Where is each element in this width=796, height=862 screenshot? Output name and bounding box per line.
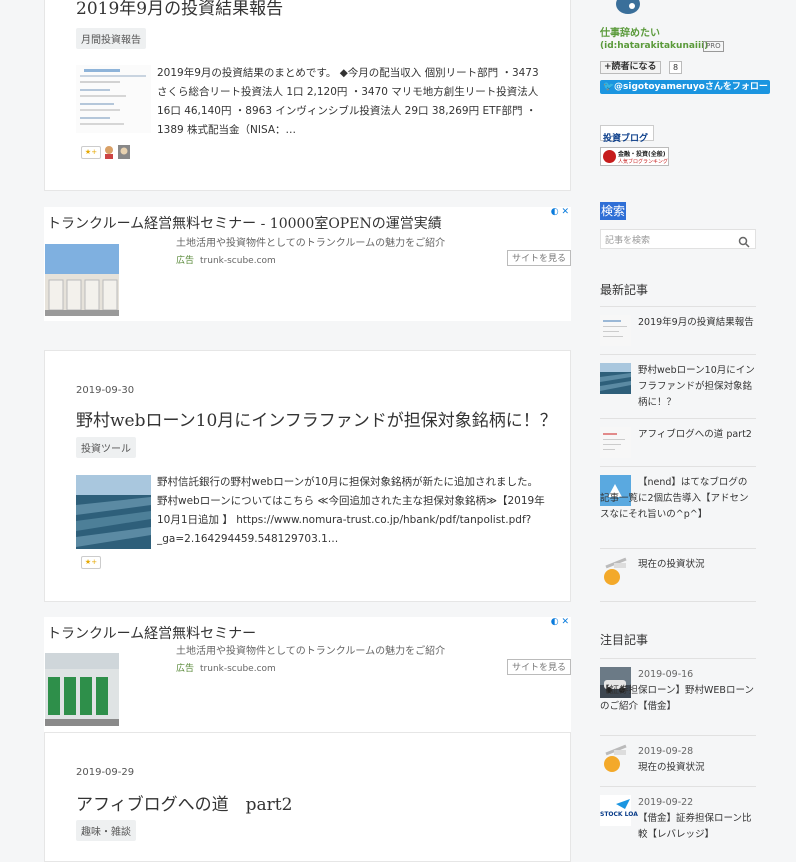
storage-building-icon	[45, 653, 119, 726]
post-date[interactable]: 2019-09-30	[76, 385, 134, 396]
post-title[interactable]: アフィブログへの道 part2	[76, 790, 292, 815]
ad-info-close-icon[interactable]: ◐ ✕	[551, 207, 569, 217]
featured-post-date: 2019-09-28	[638, 746, 694, 757]
ad-url-text: trunk-scube.com	[200, 664, 276, 674]
post-category[interactable]: 月間投資報告	[76, 28, 146, 49]
stock-loan-logo: STOCK LOA	[600, 811, 638, 818]
post-thumbnail[interactable]	[76, 65, 151, 133]
ad-title[interactable]: トランクルーム経営無料セミナー - 10000室OPENの運営実績	[47, 213, 442, 233]
post-category[interactable]: 趣味・雑談	[76, 820, 136, 841]
user-avatar-icon[interactable]	[118, 144, 130, 159]
recent-post-title[interactable]: アフィブログへの道 part2	[638, 427, 756, 443]
recent-post-thumbnail[interactable]	[600, 427, 631, 458]
user-avatar-icon[interactable]	[103, 144, 115, 159]
recent-post-title[interactable]: 現在の投資状況	[638, 557, 756, 573]
featured-post-item[interactable]: STOCK LOA 2019-09-22 【借金】証券担保ローン比較【レバレッジ】	[600, 786, 756, 850]
featured-post-thumbnail[interactable]: STOCK LOA	[600, 795, 638, 826]
post-excerpt: 2019年9月の投資結果のまとめです。 ◆今月の配当収入 個別リート部門 ・34…	[157, 67, 539, 136]
featured-posts-heading: 注目記事	[600, 633, 649, 647]
search-input[interactable]: 記事を検索	[605, 233, 650, 246]
twitter-bird-icon: 🐦	[603, 82, 615, 92]
ad-banner[interactable]: トランクルーム経営無料セミナー - 10000室OPENの運営実績 ◐ ✕ 土地…	[44, 207, 571, 321]
featured-post-text[interactable]: 2019-09-16 【証券担保ローン】野村WEBローンのご紹介【借金】	[600, 667, 756, 715]
star-button[interactable]: ★+	[81, 556, 101, 569]
ad-visit-button[interactable]: サイトを見る	[507, 250, 571, 266]
ad-info-close-icon[interactable]: ◐ ✕	[551, 617, 569, 627]
ad-url[interactable]: 広告 trunk-scube.com	[176, 661, 276, 674]
featured-post-date: 2019-09-16	[638, 669, 694, 680]
recent-post-item[interactable]: 現在の投資状況	[600, 548, 756, 602]
ad-image[interactable]	[45, 244, 119, 316]
profile-avatar-icon[interactable]	[612, 0, 644, 16]
document-thumbnail-icon	[603, 320, 627, 337]
ad-subtitle: 土地活用や投資物件としてのトランクルームの魅力をご紹介	[176, 238, 446, 249]
post-thumbnail[interactable]	[76, 475, 151, 549]
ad-visit-button[interactable]: サイトを見る	[507, 659, 571, 675]
solar-farm-image-icon	[76, 475, 151, 549]
recent-post-item[interactable]: 【nend】はてなブログの記事一覧に2個広告導入【アドセンスなにそれ旨いの^p^…	[600, 466, 756, 549]
recent-posts-heading: 最新記事	[600, 283, 649, 297]
cartoon-character-icon	[604, 557, 627, 585]
ad-tag: 広告	[176, 664, 195, 674]
profile-name[interactable]: 仕事辞めたい	[600, 24, 660, 39]
search-icon[interactable]	[738, 233, 750, 248]
ad-banner[interactable]: トランクルーム経営無料セミナー ◐ ✕ 土地活用や投資物件としてのトランクルーム…	[44, 617, 571, 732]
post-excerpt: 野村信託銀行の野村webローンが10月に担保対象銘柄が新たに追加されました。 野…	[157, 476, 545, 545]
twitter-follow-button[interactable]: 🐦 @sigotoyameruyoさんをフォロー	[600, 80, 770, 94]
twitter-follow-label: @sigotoyameruyoさんをフォロー	[614, 82, 768, 92]
featured-post-item[interactable]: 2019-09-28 現在の投資状況	[600, 735, 756, 787]
post-title[interactable]: 野村webローン10月にインフラファンドが担保対象銘柄に！？	[76, 406, 557, 431]
document-thumbnail-icon	[76, 65, 151, 133]
post-card: 2019-09-30 野村webローン10月にインフラファンドが担保対象銘柄に！…	[44, 350, 571, 602]
pro-badge: PRO	[703, 41, 724, 52]
storage-building-icon	[45, 244, 119, 316]
featured-post-text[interactable]: 2019-09-22 【借金】証券担保ローン比較【レバレッジ】	[638, 795, 756, 843]
post-card: 2019年9月の投資結果報告 月間投資報告 2019年9月の投資結果のまとめです…	[44, 0, 571, 191]
search-box[interactable]: 記事を検索	[600, 229, 756, 249]
featured-post-title[interactable]: 【証券担保ローン】野村WEBローンのご紹介【借金】	[600, 685, 754, 712]
recent-post-item[interactable]: 2019年9月の投資結果報告	[600, 306, 756, 355]
featured-post-item[interactable]: 2019-09-16 【証券担保ローン】野村WEBローンのご紹介【借金】	[600, 658, 756, 736]
ad-image[interactable]	[45, 653, 119, 726]
featured-post-thumbnail[interactable]	[600, 744, 631, 775]
banner-text: 金融・投資(全般)	[618, 151, 666, 158]
featured-post-title[interactable]: 現在の投資状況	[638, 762, 705, 773]
subscriber-count: 8	[669, 61, 683, 74]
ad-subtitle: 土地活用や投資物件としてのトランクルームの魅力をご紹介	[176, 646, 446, 657]
subscribe-button[interactable]: +読者になる	[600, 61, 661, 74]
ranking-icon	[603, 150, 616, 163]
cartoon-character-icon	[604, 744, 627, 772]
post-title[interactable]: 2019年9月の投資結果報告	[76, 0, 283, 19]
ad-title[interactable]: トランクルーム経営無料セミナー	[47, 623, 256, 643]
post-date[interactable]: 2019-09-29	[76, 767, 134, 778]
document-thumbnail-icon	[603, 433, 625, 450]
post-category[interactable]: 投資ツール	[76, 437, 136, 458]
ad-tag: 広告	[176, 256, 195, 266]
recent-post-thumbnail[interactable]	[600, 363, 631, 394]
recent-post-title[interactable]: 2019年9月の投資結果報告	[638, 315, 756, 331]
investment-blog-banner[interactable]: 投資ブログ	[600, 125, 654, 144]
solar-farm-image-icon	[600, 363, 631, 394]
featured-post-title[interactable]: 【借金】証券担保ローン比較【レバレッジ】	[638, 813, 752, 840]
post-card: 2019-09-29 アフィブログへの道 part2 趣味・雑談	[44, 732, 571, 862]
star-button[interactable]: ★+	[81, 146, 101, 159]
blog-ranking-banner[interactable]: 金融・投資(全般) 人気ブログランキング	[600, 147, 669, 166]
plane-icon	[616, 799, 630, 809]
recent-post-thumbnail[interactable]	[600, 315, 631, 346]
featured-post-text[interactable]: 2019-09-28 現在の投資状況	[638, 744, 756, 776]
ad-url-text: trunk-scube.com	[200, 256, 276, 266]
banner-subtext: 人気ブログランキング	[618, 159, 668, 165]
profile-id[interactable]: (id:hatarakitakunaiii)	[600, 41, 708, 51]
search-heading: 検索	[600, 202, 627, 220]
recent-post-title[interactable]: 野村webローン10月にインフラファンドが担保対象銘柄に！？	[638, 363, 756, 411]
recent-post-item[interactable]: 野村webローン10月にインフラファンドが担保対象銘柄に！？	[600, 354, 756, 419]
recent-post-title[interactable]: 【nend】はてなブログの記事一覧に2個広告導入【アドセンスなにそれ旨いの^p^…	[600, 475, 756, 523]
ad-url[interactable]: 広告 trunk-scube.com	[176, 253, 276, 266]
featured-post-date: 2019-09-22	[638, 797, 694, 808]
recent-post-thumbnail[interactable]	[600, 557, 631, 588]
banner-text: 投資ブログ	[603, 134, 649, 144]
recent-post-item[interactable]: アフィブログへの道 part2	[600, 418, 756, 467]
